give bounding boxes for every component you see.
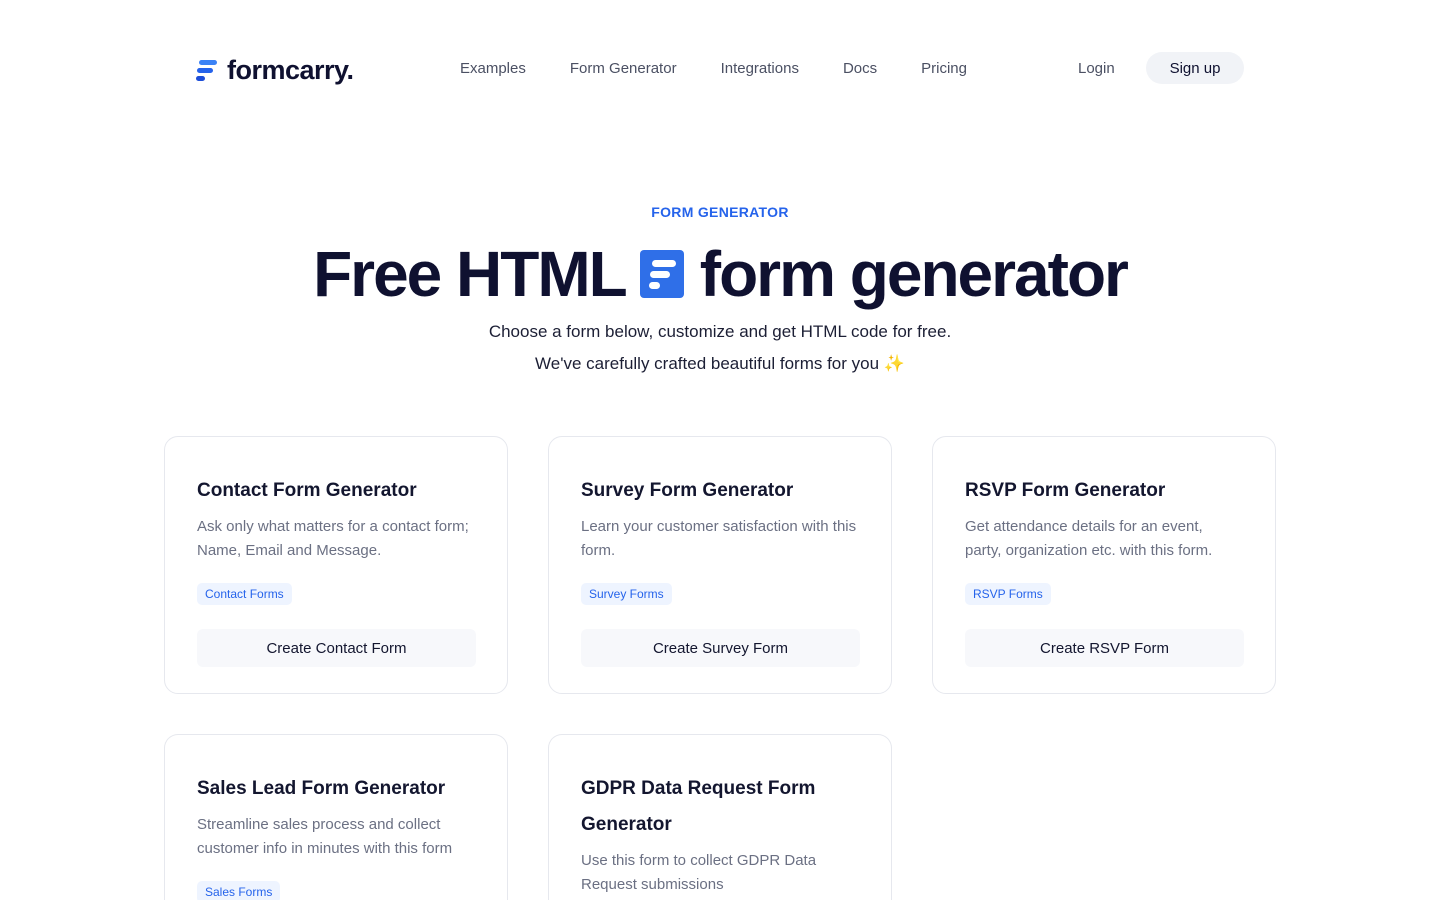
card-title: Sales Lead Form Generator xyxy=(197,778,446,799)
nav-integrations[interactable]: Integrations xyxy=(699,58,821,79)
create-rsvp-form-button[interactable]: Create RSVP Form xyxy=(965,629,1244,667)
card-title: RSVP Form Generator xyxy=(965,480,1166,501)
nav-docs[interactable]: Docs xyxy=(821,58,899,79)
rsvp-form-card: RSVP Form Generator Get attendance detai… xyxy=(932,436,1276,694)
hero-subtitle-2: We've carefully crafted beautiful forms … xyxy=(535,354,905,373)
site-header: formcarry. Examples Form Generator Integ… xyxy=(0,0,1440,136)
card-description: Get attendance details for an event, par… xyxy=(965,518,1213,559)
card-title: Survey Form Generator xyxy=(581,480,794,501)
gdpr-form-card: GDPR Data Request Form Generator Use thi… xyxy=(548,734,892,900)
card-title: GDPR Data Request Form Generator xyxy=(581,778,816,835)
nav-examples[interactable]: Examples xyxy=(438,58,548,79)
hero-title-left: Free HTML xyxy=(313,238,628,310)
card-description: Ask only what matters for a contact form… xyxy=(197,518,469,559)
card-tag[interactable]: Sales Forms xyxy=(197,881,281,900)
contact-form-card: Contact Form Generator Ask only what mat… xyxy=(164,436,508,694)
card-description: Learn your customer satisfaction with th… xyxy=(581,518,857,559)
nav-pricing[interactable]: Pricing xyxy=(899,58,989,79)
card-title: Contact Form Generator xyxy=(197,480,417,501)
hero-eyebrow: FORM GENERATOR xyxy=(651,204,789,220)
main-nav: Examples Form Generator Integrations Doc… xyxy=(438,58,989,79)
create-survey-form-button[interactable]: Create Survey Form xyxy=(581,629,860,667)
signup-button[interactable]: Sign up xyxy=(1146,52,1244,84)
card-description: Use this form to collect GDPR Data Reque… xyxy=(581,852,817,893)
card-tag[interactable]: RSVP Forms xyxy=(965,583,1051,605)
card-tag[interactable]: Survey Forms xyxy=(581,583,672,605)
hero-title-right: form generator xyxy=(699,238,1129,310)
login-link[interactable]: Login xyxy=(1060,52,1133,84)
hero-title: Free HTML form generator xyxy=(0,236,1440,312)
create-contact-form-button[interactable]: Create Contact Form xyxy=(197,629,476,667)
survey-form-card: Survey Form Generator Learn your custome… xyxy=(548,436,892,694)
hero-subtitle-1: Choose a form below, customize and get H… xyxy=(488,322,952,341)
logo-text: formcarry. xyxy=(227,55,354,85)
nav-form-generator[interactable]: Form Generator xyxy=(548,58,699,79)
sales-lead-form-card: Sales Lead Form Generator Streamline sal… xyxy=(164,734,508,900)
card-description: Streamline sales process and collect cus… xyxy=(197,816,453,857)
form-icon xyxy=(639,250,684,298)
formcarry-logo-icon xyxy=(196,59,217,83)
formcarry-logo[interactable]: formcarry. xyxy=(196,55,354,86)
card-tag[interactable]: Contact Forms xyxy=(197,583,292,605)
